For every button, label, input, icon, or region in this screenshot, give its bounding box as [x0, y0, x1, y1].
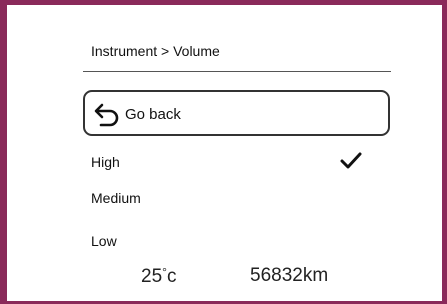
temperature-unit: c — [166, 266, 177, 287]
odometer-readout: 56832km — [250, 265, 329, 286]
go-back-label: Go back — [125, 106, 181, 123]
undo-arrow-icon — [94, 103, 119, 127]
temperature-value: 25 — [141, 266, 163, 287]
temperature-readout: 25°c — [141, 265, 176, 288]
option-low[interactable]: Low — [91, 230, 371, 252]
option-high[interactable]: High — [91, 151, 371, 173]
checkmark-icon — [340, 152, 362, 169]
screen-frame: Instrument > Volume Go back High Medium … — [0, 0, 447, 304]
breadcrumb: Instrument > Volume — [91, 43, 220, 59]
header-divider — [83, 71, 391, 72]
option-medium[interactable]: Medium — [91, 187, 371, 209]
go-back-button[interactable]: Go back — [83, 90, 390, 136]
